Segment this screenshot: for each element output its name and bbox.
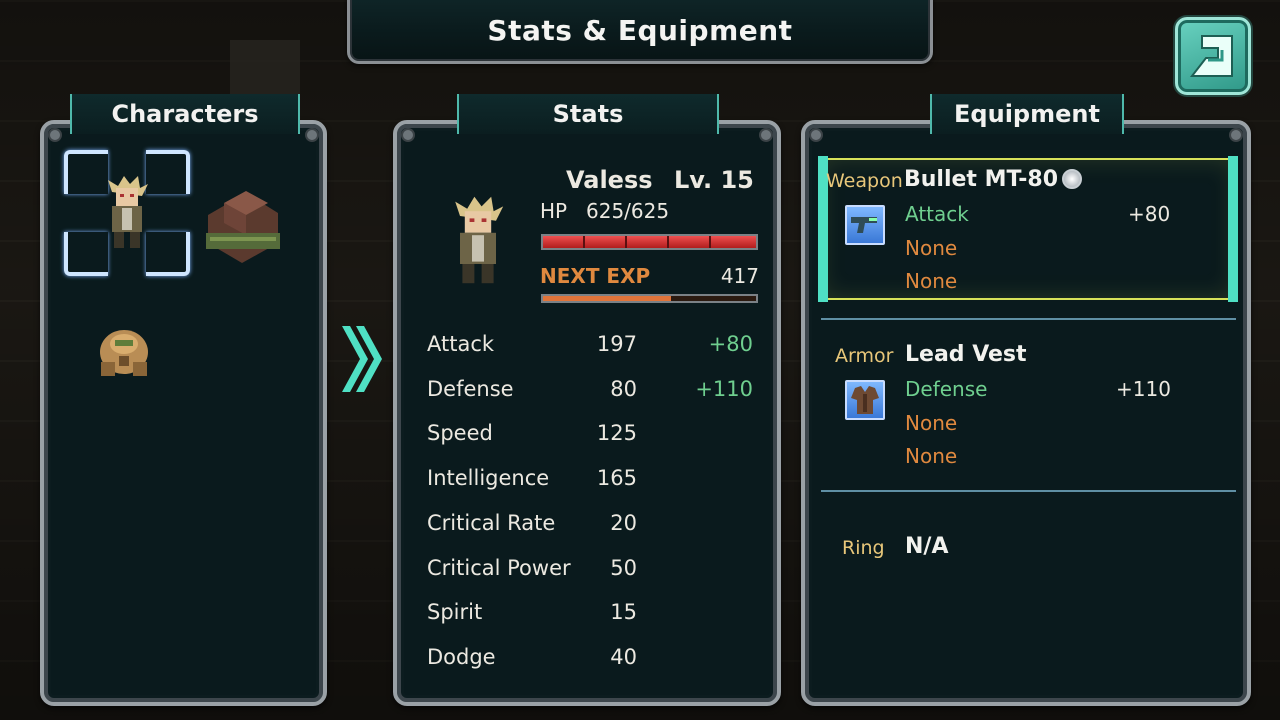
- back-icon: [1189, 35, 1233, 77]
- exp-bar-fill: [543, 296, 671, 301]
- character-slot-robot[interactable]: [93, 322, 155, 384]
- stat-value: 40: [610, 644, 637, 669]
- armor-stat-value: +110: [1116, 377, 1171, 401]
- next-exp-value: 417: [720, 264, 759, 288]
- stat-value: 197: [596, 332, 637, 356]
- stat-label: Speed: [427, 421, 493, 446]
- stat-value: 20: [610, 510, 637, 535]
- stat-label: Defense: [427, 376, 514, 401]
- weapon-name: Bullet MT-80: [904, 167, 1059, 192]
- stat-row: Dodge 40: [427, 645, 757, 675]
- stat-value: 165: [596, 466, 637, 491]
- gun-icon: [845, 205, 885, 245]
- ring-name: N/A: [905, 534, 949, 559]
- ring-slot-label: Ring: [842, 537, 885, 559]
- character-level: Lv. 15: [674, 166, 754, 194]
- armor-slot-label: Armor: [835, 345, 894, 367]
- stat-label: Critical Rate: [427, 510, 556, 535]
- stat-label: Dodge: [427, 644, 496, 669]
- hp-bar-fill: [543, 236, 756, 248]
- screen-title: Stats & Equipment: [487, 14, 793, 47]
- stat-row: Critical Rate 20: [427, 511, 757, 541]
- stat-label: Critical Power: [427, 555, 571, 580]
- stat-row: Attack 197 +80: [427, 332, 757, 362]
- stat-label: Attack: [427, 332, 495, 356]
- hp-bar: [541, 234, 758, 250]
- character-slot-tank[interactable]: [198, 185, 284, 265]
- back-button[interactable]: [1175, 17, 1251, 95]
- tab-equipment-label: Equipment: [954, 100, 1100, 128]
- character-name: Valess: [566, 166, 653, 194]
- tab-characters-label: Characters: [111, 100, 259, 128]
- chevron-right-double-icon: [342, 326, 382, 392]
- valess-portrait: [455, 196, 504, 284]
- armor-stat-label: Defense: [905, 377, 988, 401]
- divider: [821, 318, 1236, 320]
- armor-name: Lead Vest: [905, 342, 1027, 367]
- character-slot-valess[interactable]: [64, 150, 190, 276]
- weapon-sub-3: None: [905, 269, 958, 293]
- stat-value: 125: [596, 421, 637, 446]
- armor-sub-2: None: [905, 411, 958, 435]
- tab-stats: Stats: [457, 94, 719, 134]
- tank-sprite: [206, 191, 280, 263]
- stat-row: Critical Power 50: [427, 556, 757, 586]
- vest-icon: [845, 380, 885, 420]
- stat-label: Spirit: [427, 600, 483, 625]
- gem-icon: [1062, 169, 1082, 189]
- next-exp-label: NEXT EXP: [540, 264, 651, 288]
- weapon-stat-value: +80: [1128, 202, 1171, 226]
- tab-stats-label: Stats: [552, 100, 624, 128]
- stat-row: Intelligence 165: [427, 466, 757, 496]
- armor-sub-3: None: [905, 444, 958, 468]
- screen-title-bar: Stats & Equipment: [347, 0, 933, 64]
- divider: [821, 490, 1236, 492]
- stat-value: 50: [610, 555, 637, 580]
- background-window: [230, 40, 300, 100]
- valess-sprite: [108, 176, 148, 248]
- stat-value: 15: [610, 600, 637, 625]
- stat-value: 80: [610, 376, 637, 401]
- weapon-slot-label: Weapon: [826, 170, 903, 192]
- hp-label: HP: [540, 199, 568, 223]
- stat-row: Spirit 15: [427, 600, 757, 630]
- tab-equipment: Equipment: [930, 94, 1124, 134]
- weapon-sub-2: None: [905, 236, 958, 260]
- stat-label: Intelligence: [427, 466, 550, 491]
- exp-bar: [541, 294, 758, 303]
- stat-bonus: +80: [708, 332, 753, 356]
- weapon-stat-label: Attack: [905, 202, 969, 226]
- stat-row: Speed 125: [427, 421, 757, 451]
- stat-bonus: +110: [695, 376, 753, 401]
- robot-sprite: [100, 330, 148, 376]
- hp-value: 625/625: [586, 199, 670, 223]
- stat-row: Defense 80 +110: [427, 377, 757, 407]
- tab-characters: Characters: [70, 94, 300, 134]
